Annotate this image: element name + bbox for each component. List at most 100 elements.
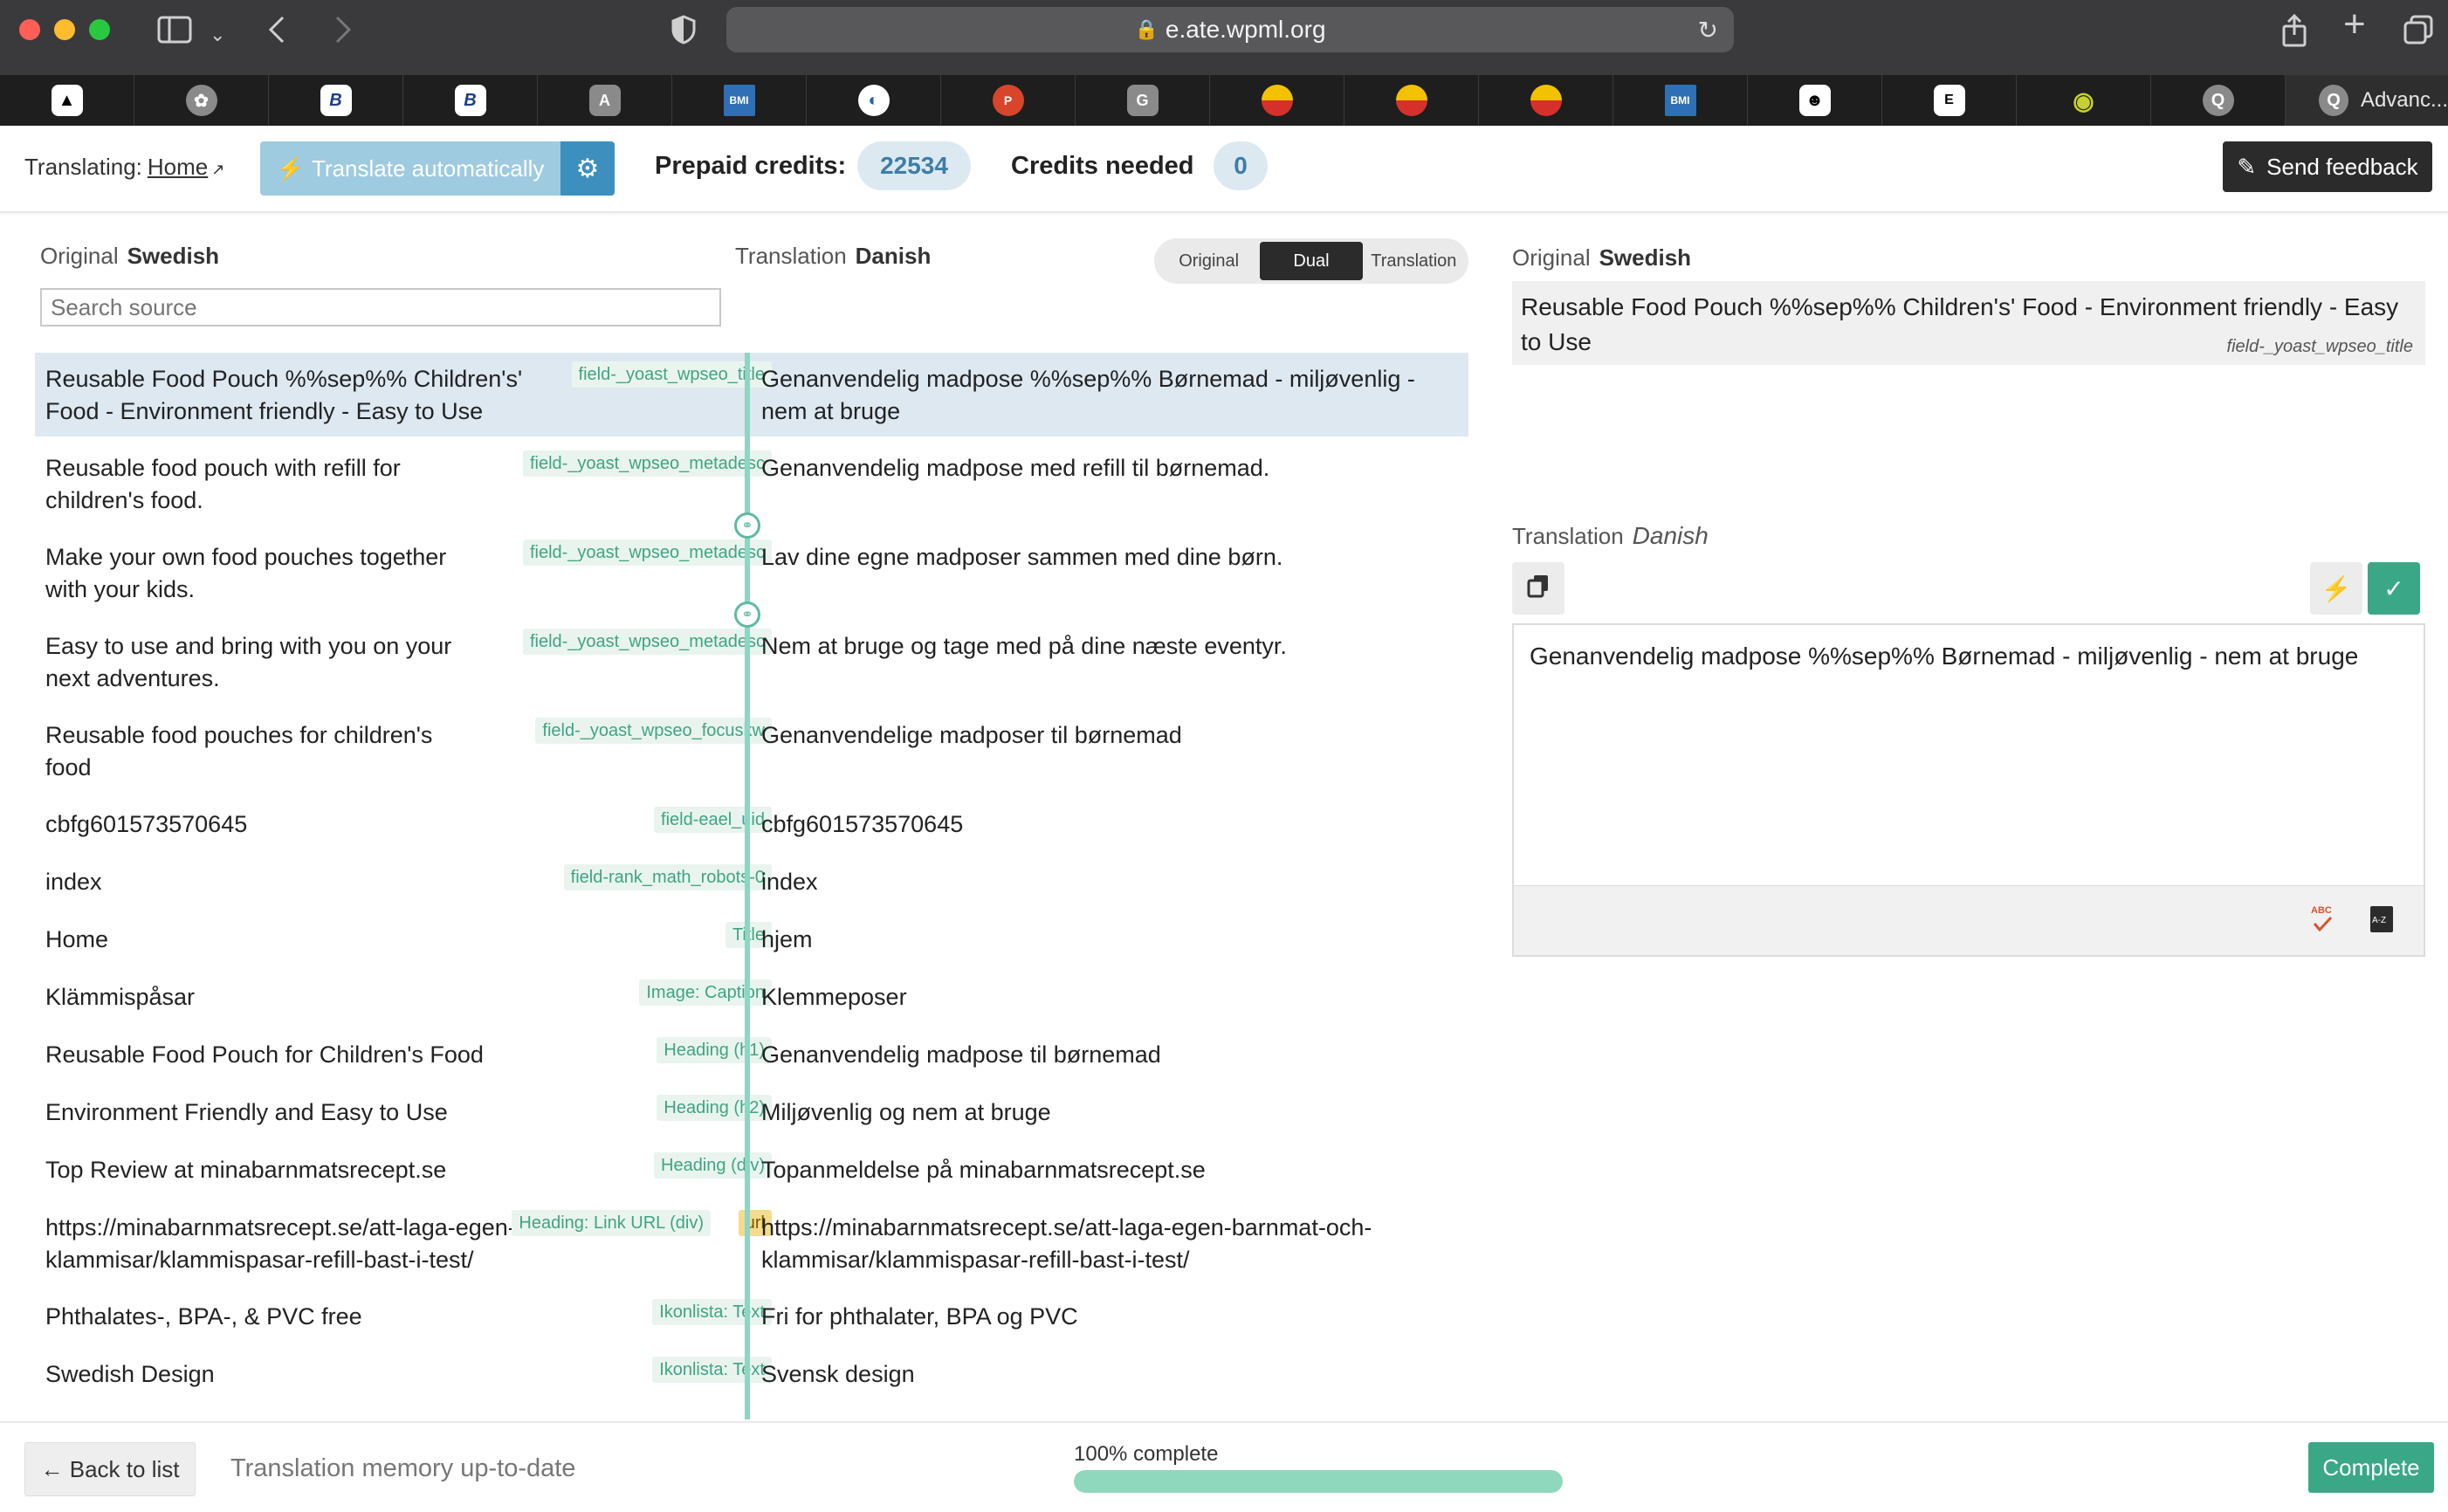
segment-row[interactable]: Easy to use and bring with you on your n… (35, 620, 1468, 704)
translating-label: Translating: (24, 154, 142, 180)
confirm-translation-button[interactable]: ✓ (2368, 562, 2420, 615)
tab-bar: ▲ ✿ B B A BMI ◐ P G BMI ☻ E ◉ Q Q Advanc… (0, 75, 2448, 126)
tab-favicon-15[interactable]: E (1882, 75, 2017, 126)
e-logo-icon: E (1933, 85, 1965, 116)
original-label: Original (40, 243, 119, 269)
segment-target[interactable]: Genanvendelig madpose %%sep%% Børnemad -… (761, 363, 1442, 428)
back-to-list-button[interactable]: ← Back to list (24, 1442, 196, 1496)
tab-favicon-11[interactable] (1344, 75, 1479, 126)
complete-button[interactable]: Complete (2308, 1442, 2434, 1493)
segment-source: Easy to use and bring with you on your n… (45, 633, 452, 691)
segment-target[interactable]: Nem at bruge og tage med på dine næste e… (761, 630, 1442, 663)
side-original-field-name: field-_yoast_wpseo_title (2226, 337, 2413, 356)
tab-favicon-14[interactable]: ☻ (1748, 75, 1882, 126)
segment-target[interactable]: Svensk design (761, 1358, 915, 1391)
view-mode-toggle: Original Dual Translation (1154, 238, 1468, 284)
translating-page-link[interactable]: Home (148, 154, 208, 180)
tab-favicon-3[interactable]: B (269, 75, 403, 126)
translation-editor[interactable]: Genanvendelig madpose %%sep%% Børnemad -… (1512, 623, 2425, 957)
segment-field-tag: field-_yoast_wpseo_metadesc (522, 629, 772, 655)
new-tab-icon[interactable]: + (2343, 5, 2366, 44)
segment-target[interactable]: Klemmeposer (761, 981, 907, 1014)
segment-source: Reusable Food Pouch %%sep%% Children's' … (45, 366, 523, 424)
copy-source-button[interactable] (1512, 562, 1564, 615)
q-logo-icon: Q (2319, 85, 2348, 116)
browser-titlebar: ⌄ 🔒 e.ate.wpml.org ↻ + (0, 0, 2448, 75)
segment-row[interactable]: Top Review at minabarnmatsrecept.se Head… (35, 1144, 1468, 1196)
b-logo-icon: B (454, 85, 486, 116)
close-window-button[interactable] (19, 19, 40, 40)
translate-automatically-button[interactable]: ⚡ Translate automatically ⚙ (260, 141, 615, 196)
shield-icon[interactable] (670, 14, 697, 51)
translate-automatically-main[interactable]: ⚡ Translate automatically (260, 141, 560, 196)
side-translation-language: Danish (1632, 522, 1709, 549)
chevron-down-icon[interactable]: ⌄ (210, 19, 225, 51)
link-segments-icon[interactable]: ⚭ (734, 601, 760, 628)
back-arrow-icon[interactable] (267, 14, 288, 51)
share-icon[interactable] (2280, 13, 2308, 54)
tab-favicon-9[interactable]: G (1076, 75, 1210, 126)
segment-row[interactable]: cbfg601573570645 field-eael_uid cbfg6015… (35, 798, 1468, 850)
minimize-window-button[interactable] (54, 19, 75, 40)
segment-row[interactable]: https://minabarnmatsrecept.se/att-laga-e… (35, 1201, 1468, 1285)
send-feedback-button[interactable]: ✎ Send feedback (2223, 141, 2432, 192)
face-logo-icon: ☻ (1798, 85, 1831, 116)
side-original-text-box: Reusable Food Pouch %%sep%% Children's' … (1512, 281, 2425, 365)
segment-row[interactable]: Reusable Food Pouch %%sep%% Children's' … (35, 353, 1468, 436)
tab-favicon-10[interactable] (1210, 75, 1344, 126)
tab-overview-icon[interactable] (2403, 14, 2434, 51)
tab-favicon-12[interactable] (1479, 75, 1613, 126)
zoom-window-button[interactable] (89, 19, 110, 40)
credits-needed-badge: 0 (1214, 141, 1268, 190)
translation-column-heading: Translation Danish (735, 243, 931, 270)
tab-favicon-4[interactable]: B (403, 75, 538, 126)
segment-target[interactable]: Miljøvenlig og nem at bruge (761, 1096, 1051, 1129)
view-translation-button[interactable]: Translation (1363, 242, 1465, 280)
sidebar-icon[interactable] (157, 14, 192, 51)
glossary-icon[interactable]: A-Z (2364, 902, 2399, 937)
segment-target[interactable]: index (761, 866, 818, 898)
view-dual-button[interactable]: Dual (1260, 242, 1363, 280)
segment-row[interactable]: Reusable food pouches for children's foo… (35, 709, 1468, 793)
link-segments-icon[interactable]: ⚭ (734, 512, 760, 539)
segment-target[interactable]: Lav dine egne madposer sammen med dine b… (761, 541, 1442, 574)
segment-row[interactable]: Klämmispåsar Image: Caption Klemmeposer (35, 971, 1468, 1023)
segment-row[interactable]: Environment Friendly and Easy to Use Hea… (35, 1086, 1468, 1138)
segment-target[interactable]: Genanvendelig madpose med refill til bør… (761, 452, 1442, 485)
segment-row[interactable]: Home Title hjem (35, 913, 1468, 966)
segment-target[interactable]: hjem (761, 924, 813, 956)
tab-favicon-6[interactable]: BMI (672, 75, 807, 126)
segment-target[interactable]: https://minabarnmatsrecept.se/att-laga-e… (761, 1212, 1442, 1276)
reload-icon[interactable]: ↻ (1698, 16, 1718, 45)
segment-row[interactable]: index field-rank_math_robots-0 index (35, 856, 1468, 908)
address-bar[interactable]: 🔒 e.ate.wpml.org ↻ (726, 7, 1734, 52)
tab-favicon-16[interactable]: ◉ (2017, 75, 2151, 126)
tab-favicon-17[interactable]: Q (2151, 75, 2286, 126)
spellcheck-icon[interactable]: ABC (2305, 902, 2340, 937)
segment-source: Swedish Design (45, 1361, 215, 1387)
segment-target[interactable]: Fri for phthalater, BPA og PVC (761, 1301, 1078, 1333)
machine-translate-button[interactable]: ⚡ (2310, 562, 2362, 615)
view-original-button[interactable]: Original (1158, 242, 1260, 280)
segment-row[interactable]: Reusable Food Pouch for Children's Food … (35, 1028, 1468, 1081)
segment-target[interactable]: cbfg601573570645 (761, 808, 963, 841)
tab-active[interactable]: Q Advanc... (2286, 75, 2448, 126)
gear-icon[interactable]: ⚙ (560, 141, 615, 196)
tab-favicon-7[interactable]: ◐ (807, 75, 941, 126)
forward-arrow-icon[interactable] (332, 14, 353, 51)
segment-row[interactable]: Phthalates-, BPA-, & PVC free Ikonlista:… (35, 1290, 1468, 1343)
segment-row[interactable]: Swedish Design Ikonlista: Text Svensk de… (35, 1348, 1468, 1400)
tab-favicon-2[interactable]: ✿ (134, 75, 269, 126)
translation-editor-text[interactable]: Genanvendelig madpose %%sep%% Børnemad -… (1530, 639, 2358, 674)
search-source-input[interactable] (40, 288, 721, 326)
segment-target[interactable]: Genanvendelig madpose til børnemad (761, 1039, 1161, 1071)
tab-favicon-13[interactable]: BMI (1613, 75, 1748, 126)
tab-favicon-8[interactable]: P (941, 75, 1076, 126)
tab-favicon-1[interactable]: ▲ (0, 75, 134, 126)
segment-target[interactable]: Topanmeldelse på minabarnmatsrecept.se (761, 1154, 1206, 1186)
segment-target[interactable]: Genanvendelige madposer til børnemad (761, 719, 1442, 752)
original-column-heading: Original Swedish (40, 243, 219, 270)
segment-field-tag: Ikonlista: Text (652, 1357, 772, 1383)
prepaid-credits-badge: 22534 (857, 141, 971, 190)
tab-favicon-5[interactable]: A (538, 75, 672, 126)
